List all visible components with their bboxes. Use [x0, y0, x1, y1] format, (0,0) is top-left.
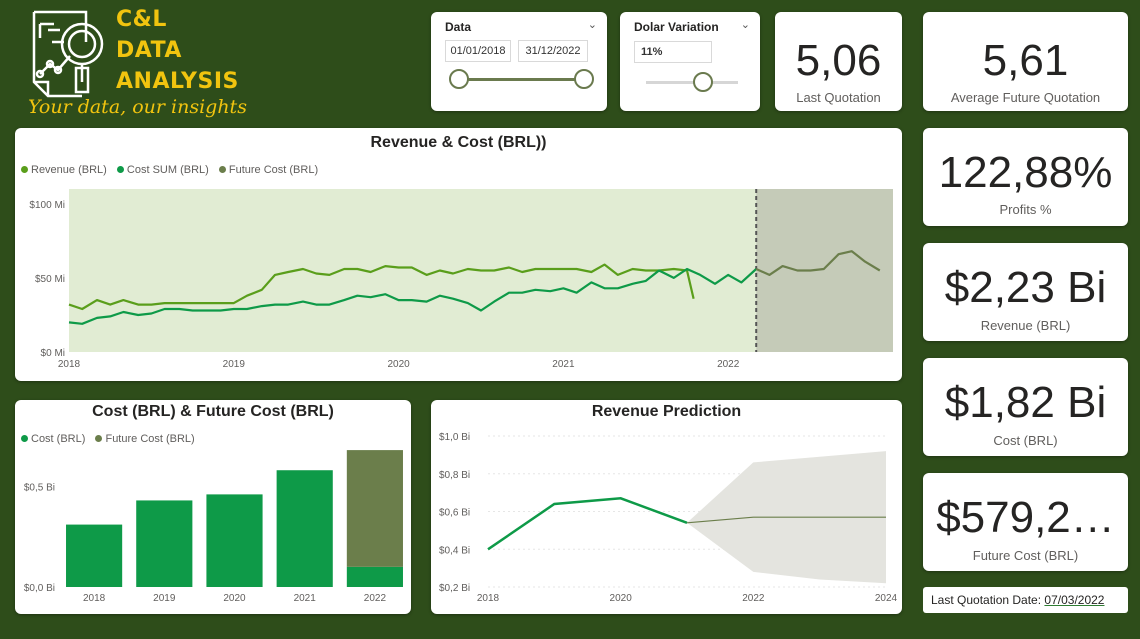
last-quotation-date: Last Quotation Date: 07/03/2022 — [923, 587, 1128, 613]
last-quotation-date-value[interactable]: 07/03/2022 — [1044, 593, 1104, 607]
future-cost-value: $579,2… — [936, 493, 1115, 542]
cost-card: $1,82 Bi Cost (BRL) — [923, 358, 1128, 456]
last-quotation-label: Last Quotation — [796, 90, 881, 105]
date-slicer-title: Data — [445, 20, 472, 34]
revenue-label: Revenue (BRL) — [980, 318, 1071, 333]
logo-line-2: DATA — [116, 38, 182, 63]
average-future-quotation-label: Average Future Quotation — [950, 90, 1101, 105]
x-tick-label: 2022 — [364, 593, 387, 604]
y-tick-label: $1,0 Bi — [439, 432, 470, 443]
cost-value: $1,82 Bi — [944, 378, 1107, 427]
revenue-value: $2,23 Bi — [944, 263, 1107, 312]
dollar-variation-handle[interactable] — [693, 72, 713, 92]
dollar-slicer-title: Dolar Variation — [634, 20, 719, 34]
start-date-input[interactable]: 01/01/2018 — [445, 40, 511, 62]
profits-value: 122,88% — [938, 148, 1113, 197]
logo-line-3: ANALYSIS — [116, 69, 239, 94]
profits-card: 122,88% Profits % — [923, 128, 1128, 226]
last-quotation-date-label: Last Quotation Date: — [931, 593, 1042, 607]
average-future-quotation-value: 5,61 — [982, 36, 1069, 85]
profits-label: Profits % — [999, 202, 1052, 217]
start-date-handle[interactable] — [449, 69, 469, 89]
company-logo: C&L DATA ANALYSIS Your data, our insight… — [22, 6, 247, 124]
x-tick-label: 2018 — [477, 593, 500, 604]
cost-bar — [276, 470, 333, 587]
last-quotation-value: 5,06 — [795, 36, 882, 85]
end-date-handle[interactable] — [574, 69, 594, 89]
y-tick-label: $0,0 Bi — [24, 583, 55, 594]
x-tick-label: 2020 — [387, 359, 410, 370]
revenue-cost-chart-card[interactable]: Revenue & Cost (BRL)) Revenue (BRL) Cost… — [15, 128, 902, 381]
dollar-variation-track[interactable] — [646, 81, 738, 84]
x-tick-label: 2020 — [610, 593, 633, 604]
y-tick-label: $0,4 Bi — [439, 545, 470, 556]
x-tick-label: 2020 — [223, 593, 246, 604]
y-tick-label: $0,5 Bi — [24, 482, 55, 493]
y-tick-label: $50 Mi — [35, 274, 65, 285]
x-tick-label: 2019 — [153, 593, 176, 604]
y-tick-label: $0,6 Bi — [439, 508, 470, 519]
x-tick-label: 2018 — [58, 359, 81, 370]
y-tick-label: $0,8 Bi — [439, 470, 470, 481]
cost-bar — [136, 500, 193, 587]
future-cost-label: Future Cost (BRL) — [972, 548, 1079, 563]
x-tick-label: 2022 — [717, 359, 740, 370]
cost-bar — [66, 524, 123, 587]
revenue-prediction-plot[interactable]: $0,2 Bi $0,4 Bi $0,6 Bi $0,8 Bi $1,0 Bi 2018 2… — [431, 400, 902, 614]
last-quotation-card: 5,06 Last Quotation — [775, 12, 902, 111]
x-tick-label: 2021 — [552, 359, 575, 370]
cost-bar-plot[interactable]: $0,0 Bi $0,5 Bi 2018 2019 2020 2021 2022 — [15, 400, 411, 614]
logo-line-1: C&L — [116, 7, 167, 32]
future-cost-bar — [346, 450, 403, 567]
cost-bar — [206, 494, 263, 587]
revenue-card: $2,23 Bi Revenue (BRL) — [923, 243, 1128, 341]
x-tick-label: 2024 — [875, 593, 898, 604]
y-tick-label: $100 Mi — [29, 200, 65, 211]
future-cost-card: $579,2… Future Cost (BRL) — [923, 473, 1128, 571]
y-tick-label: $0,2 Bi — [439, 583, 470, 594]
x-tick-label: 2018 — [83, 593, 106, 604]
x-tick-label: 2019 — [223, 359, 246, 370]
chevron-down-icon[interactable]: ⌄ — [741, 18, 750, 31]
y-tick-label: $0 Mi — [41, 348, 65, 359]
revenue-line — [487, 497, 688, 551]
date-slicer[interactable]: Data ⌄ 01/01/2018 31/12/2022 — [431, 12, 607, 111]
logo-tagline: Your data, our insights — [28, 96, 247, 118]
date-range-track[interactable] — [459, 78, 585, 81]
revenue-cost-plot[interactable]: $0 Mi $50 Mi $100 Mi 2018 2019 2020 2021 2022 — [15, 128, 902, 381]
dollar-variation-input[interactable]: 11% — [634, 41, 712, 63]
magnifier-chart-document-icon — [32, 10, 104, 98]
cost-future-cost-chart-card[interactable]: Cost (BRL) & Future Cost (BRL) Cost (BRL… — [15, 400, 411, 614]
x-tick-label: 2022 — [742, 593, 765, 604]
dollar-variation-slicer[interactable]: Dolar Variation ⌄ 11% — [620, 12, 760, 111]
cost-label: Cost (BRL) — [993, 433, 1058, 448]
average-future-quotation-card: 5,61 Average Future Quotation — [923, 12, 1128, 111]
x-tick-label: 2021 — [294, 593, 317, 604]
cost-bar — [346, 566, 403, 587]
chevron-down-icon[interactable]: ⌄ — [588, 18, 597, 31]
revenue-prediction-chart-card[interactable]: Revenue Prediction $0,2 Bi $0,4 Bi $0,6 Bi… — [431, 400, 902, 614]
end-date-input[interactable]: 31/12/2022 — [518, 40, 588, 62]
